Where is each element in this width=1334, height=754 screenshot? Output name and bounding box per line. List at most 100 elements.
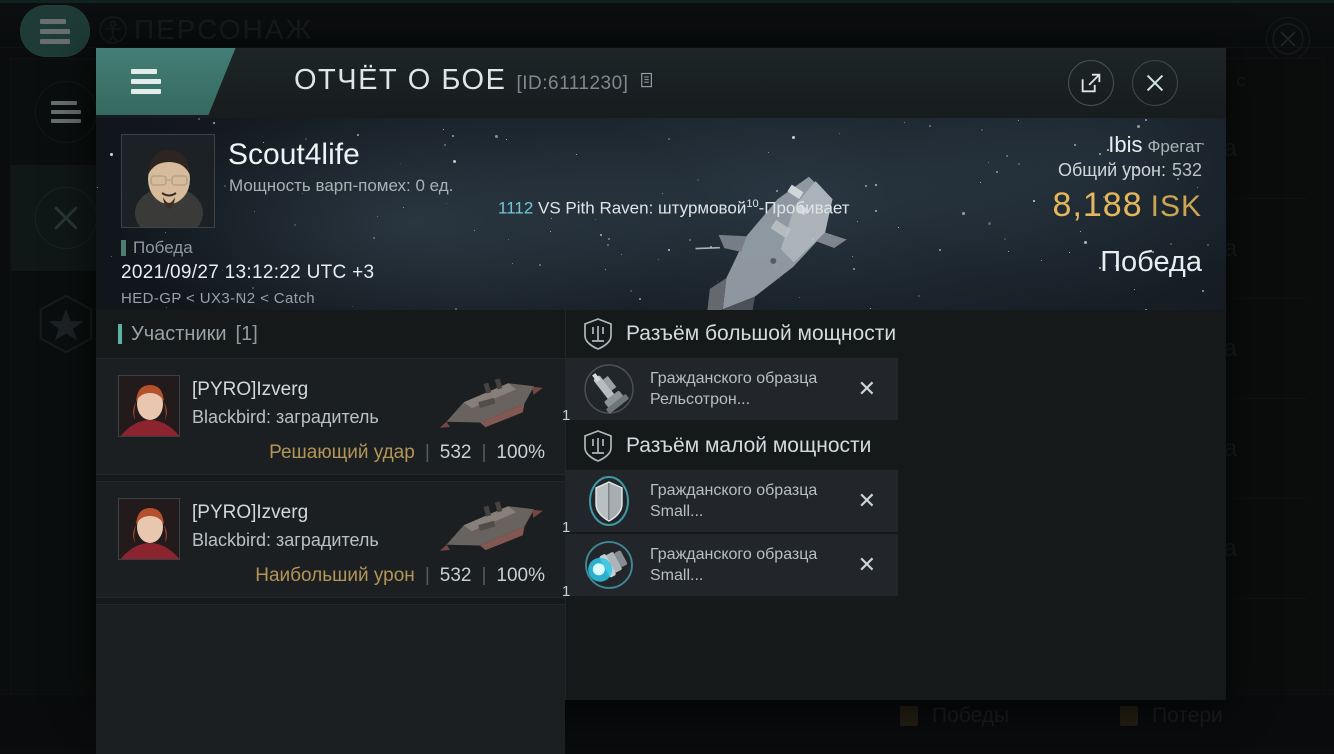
afterburner-icon — [582, 538, 636, 592]
ship-class: Фрегат — [1147, 137, 1202, 156]
combat-report-dialog: ОТЧЁТ О БОЕ [ID:6111230] — [96, 48, 1226, 700]
section-marker — [118, 324, 122, 344]
participant-ship: Blackbird: заградитель — [192, 530, 379, 551]
participant-row[interactable]: [PYRO]Izverg Blackbird: заградитель — [96, 481, 565, 598]
hamburger-icon — [40, 19, 70, 44]
participant-tag: Решающий удар — [269, 442, 415, 464]
slot-group-label: Разъём малой мощности — [626, 434, 871, 458]
separator: | — [425, 442, 430, 464]
slot-group-header-high: Разъём большой мощности — [566, 310, 1226, 358]
ship-thumbnail — [435, 369, 545, 437]
background-losses-label: Потери — [1152, 704, 1223, 728]
participant-stats: Решающий удар | 532 | 100% — [269, 442, 545, 464]
background-page-title: ПЕРСОНАЖ — [98, 14, 313, 46]
background-close-button[interactable] — [1266, 17, 1310, 61]
module-grid-high: 1 Гражданского образца Рельсотрон... ✕ — [566, 358, 1226, 422]
ship-name: Ibis — [1108, 132, 1142, 157]
menu-icon — [35, 81, 97, 143]
separator: | — [425, 565, 430, 587]
module-item[interactable]: 1 Гражданского образца Small... ✕ — [566, 534, 898, 596]
versus-line: 1112 VS Pith Raven: штурмовой10-Пробивае… — [498, 198, 850, 219]
module-item[interactable]: 1 Гражданского образца Small... ✕ — [566, 470, 898, 532]
background-title-text: ПЕРСОНАЖ — [134, 14, 313, 46]
background-stat-losses: Потери — [1120, 704, 1223, 728]
participants-empty-area — [96, 604, 565, 754]
versus-number: 1112 — [498, 199, 533, 218]
battle-result: Победа — [1100, 246, 1202, 279]
versus-level: 10 — [746, 198, 758, 210]
dialog-menu-button[interactable] — [96, 48, 196, 115]
status-badge: Победа — [121, 238, 193, 258]
separator: | — [481, 565, 486, 587]
background-stat-wins: Победы — [900, 704, 1009, 728]
participant-name: [PYRO]Izverg — [192, 379, 308, 401]
remove-module-icon[interactable]: ✕ — [858, 378, 876, 400]
total-damage-value: 532 — [1172, 160, 1202, 180]
report-location: HED-GP < UX3-N2 < Catch — [121, 290, 315, 307]
avatar — [118, 498, 180, 560]
versus-text: VS Pith Raven: штурмовой — [533, 199, 746, 218]
isk-reward: 8,188ISK — [1053, 186, 1202, 225]
copy-icon[interactable] — [640, 72, 654, 89]
background-wins-label: Победы — [932, 704, 1009, 728]
remove-module-icon[interactable]: ✕ — [858, 490, 876, 512]
crossed-swords-icon — [35, 187, 97, 249]
participants-label: Участники — [131, 323, 227, 346]
losses-icon — [1120, 706, 1138, 726]
external-link-icon — [1078, 70, 1104, 96]
background-hamburger-button[interactable] — [20, 5, 90, 57]
close-icon — [1142, 70, 1168, 96]
close-icon — [1268, 19, 1308, 59]
character-icon — [98, 15, 128, 45]
share-button[interactable] — [1068, 60, 1114, 106]
participants-header: Участники [1] — [96, 310, 565, 358]
shield-extender-icon — [582, 474, 636, 528]
report-id: [ID:6111230] — [516, 73, 628, 95]
report-banner: Scout4life Мощность варп-помех: 0 ед. 11… — [96, 118, 1226, 310]
participants-count: [1] — [236, 323, 258, 346]
close-button[interactable] — [1132, 60, 1178, 106]
module-grid-low: 1 Гражданского образца Small... ✕ — [566, 470, 1226, 598]
wins-icon — [900, 706, 918, 726]
avatar — [118, 375, 180, 437]
star-hexagon-icon — [35, 293, 97, 355]
participant-row[interactable]: [PYRO]Izverg Blackbird: заградитель — [96, 358, 565, 475]
hamburger-icon — [131, 69, 161, 94]
status-badge-label: Победа — [133, 238, 193, 258]
participant-damage: 532 — [440, 565, 472, 587]
slot-group-label: Разъём большой мощности — [626, 322, 896, 346]
railgun-icon — [582, 362, 636, 416]
isk-unit: ISK — [1151, 190, 1202, 223]
module-name: Гражданского образца Small... — [650, 544, 840, 586]
module-name: Гражданского образца Small... — [650, 480, 840, 522]
slot-group-header-low: Разъём малой мощности — [566, 422, 1226, 470]
participant-tag: Наибольший урон — [255, 565, 415, 587]
status-bar-marker — [121, 240, 126, 256]
participant-percent: 100% — [496, 565, 545, 587]
dialog-header: ОТЧЁТ О БОЕ [ID:6111230] — [96, 48, 1226, 118]
background-column-header: с — [1237, 71, 1246, 91]
report-datetime: 2021/09/27 13:12:22 UTC +3 — [121, 262, 374, 284]
fitting-panel: Разъём большой мощности — [566, 310, 1226, 700]
module-name: Гражданского образца Рельсотрон... — [650, 368, 840, 410]
module-item[interactable]: 1 Гражданского образца Рельсотрон... ✕ — [566, 358, 898, 420]
dialog-body: Участники [1] [PYRO]Izverg Blackbird: за… — [96, 310, 1226, 700]
remove-module-icon[interactable]: ✕ — [858, 554, 876, 576]
participants-panel: Участники [1] [PYRO]Izverg Blackbird: за… — [96, 310, 566, 700]
isk-value: 8,188 — [1053, 186, 1143, 224]
module-quantity: 1 — [562, 407, 570, 424]
player-subtitle: Мощность варп-помех: 0 ед. — [229, 176, 453, 196]
module-quantity: 1 — [562, 583, 570, 600]
participant-ship: Blackbird: заградитель — [192, 407, 379, 428]
low-slot-badge-icon — [582, 429, 614, 463]
player-name: Scout4life — [228, 138, 360, 172]
topbar-accent-line — [0, 0, 1334, 3]
separator: | — [481, 442, 486, 464]
ship-info: Ibis Фрегат — [1108, 132, 1202, 158]
total-damage-label: Общий урон: — [1058, 160, 1166, 180]
versus-suffix: -Пробивает — [759, 199, 850, 218]
page-title: ОТЧЁТ О БОЕ — [294, 64, 506, 97]
participant-damage: 532 — [440, 442, 472, 464]
dialog-title-group: ОТЧЁТ О БОЕ [ID:6111230] — [294, 64, 654, 97]
avatar — [121, 134, 215, 228]
